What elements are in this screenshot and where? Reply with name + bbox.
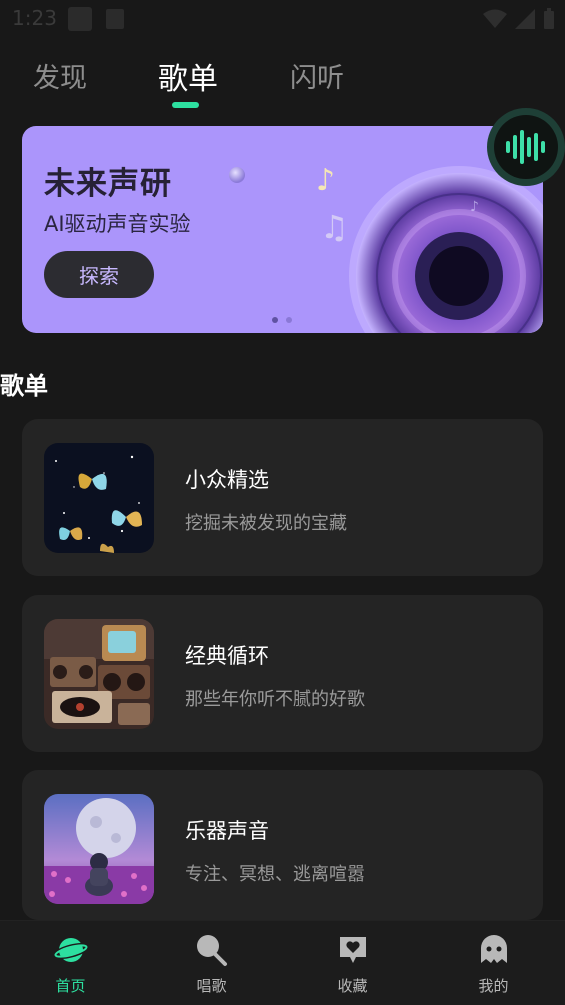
nav-profile[interactable]: 我的 <box>423 921 564 1005</box>
tab-flash-listen[interactable]: 闪听 <box>290 56 344 95</box>
top-tabs: 发现 歌单 闪听 <box>0 52 565 112</box>
explore-button[interactable]: 探索 <box>44 251 154 298</box>
banner-title: 未来声研 <box>44 166 172 202</box>
nav-label: 首页 <box>55 977 86 995</box>
playlist-cover-butterflies <box>44 443 154 553</box>
playlist-title: 小众精选 <box>185 468 269 492</box>
playlist-description: 专注、冥想、逃离喧嚣 <box>185 864 365 885</box>
nav-sing[interactable]: 唱歌 <box>141 921 282 1005</box>
tab-indicator <box>172 102 199 108</box>
pagination-dot[interactable] <box>272 317 278 323</box>
battery-icon <box>544 8 554 29</box>
ghost-icon <box>481 935 507 963</box>
playlist-card[interactable]: 经典循环 那些年你听不腻的好歌 <box>22 595 543 752</box>
nav-label: 唱歌 <box>196 977 227 995</box>
svg-text:♪: ♪ <box>316 163 335 198</box>
tab-playlist[interactable]: 歌单 <box>158 54 218 98</box>
playlist-cover-astronaut <box>44 794 154 904</box>
app-notification-icon <box>106 9 124 29</box>
playlist-description: 那些年你听不腻的好歌 <box>185 689 365 710</box>
pagination-dot[interactable] <box>286 317 292 323</box>
promo-banner[interactable]: ♪ ♫ ♪ 未来声研 AI驱动声音实验 探索 <box>22 126 543 333</box>
playlist-cover-retro <box>44 619 154 729</box>
heart-message-icon <box>340 937 366 963</box>
banner-subtitle: AI驱动声音实验 <box>44 212 191 236</box>
voice-wave-button[interactable] <box>487 108 565 186</box>
status-bar: 1:23 <box>0 0 565 38</box>
planet-icon <box>54 938 88 962</box>
nav-favorites[interactable]: 收藏 <box>282 921 423 1005</box>
microphone-icon <box>197 935 227 966</box>
playlist-card[interactable]: 乐器声音 专注、冥想、逃离喧嚣 <box>22 770 543 920</box>
sound-wave-icon <box>506 130 545 164</box>
status-icons <box>483 8 555 30</box>
notification-icon <box>68 7 92 31</box>
nav-label: 我的 <box>478 977 509 995</box>
banner-pagination <box>272 317 292 323</box>
status-time: 1:23 <box>12 6 57 30</box>
svg-text:♫: ♫ <box>320 208 349 246</box>
wifi-icon <box>483 9 507 28</box>
playlist-card[interactable]: 小众精选 挖掘未被发现的宝藏 <box>22 419 543 576</box>
section-title: 歌单 <box>0 372 48 400</box>
playlist-title: 经典循环 <box>185 644 269 668</box>
nav-home[interactable]: 首页 <box>0 921 141 1005</box>
bottom-nav: 首页 唱歌 收藏 我的 <box>0 920 565 1005</box>
nav-label: 收藏 <box>337 977 368 995</box>
playlist-description: 挖掘未被发现的宝藏 <box>185 513 347 534</box>
tab-discover[interactable]: 发现 <box>33 56 87 95</box>
signal-icon <box>515 9 535 29</box>
playlist-title: 乐器声音 <box>185 819 269 843</box>
svg-text:♪: ♪ <box>470 199 479 215</box>
